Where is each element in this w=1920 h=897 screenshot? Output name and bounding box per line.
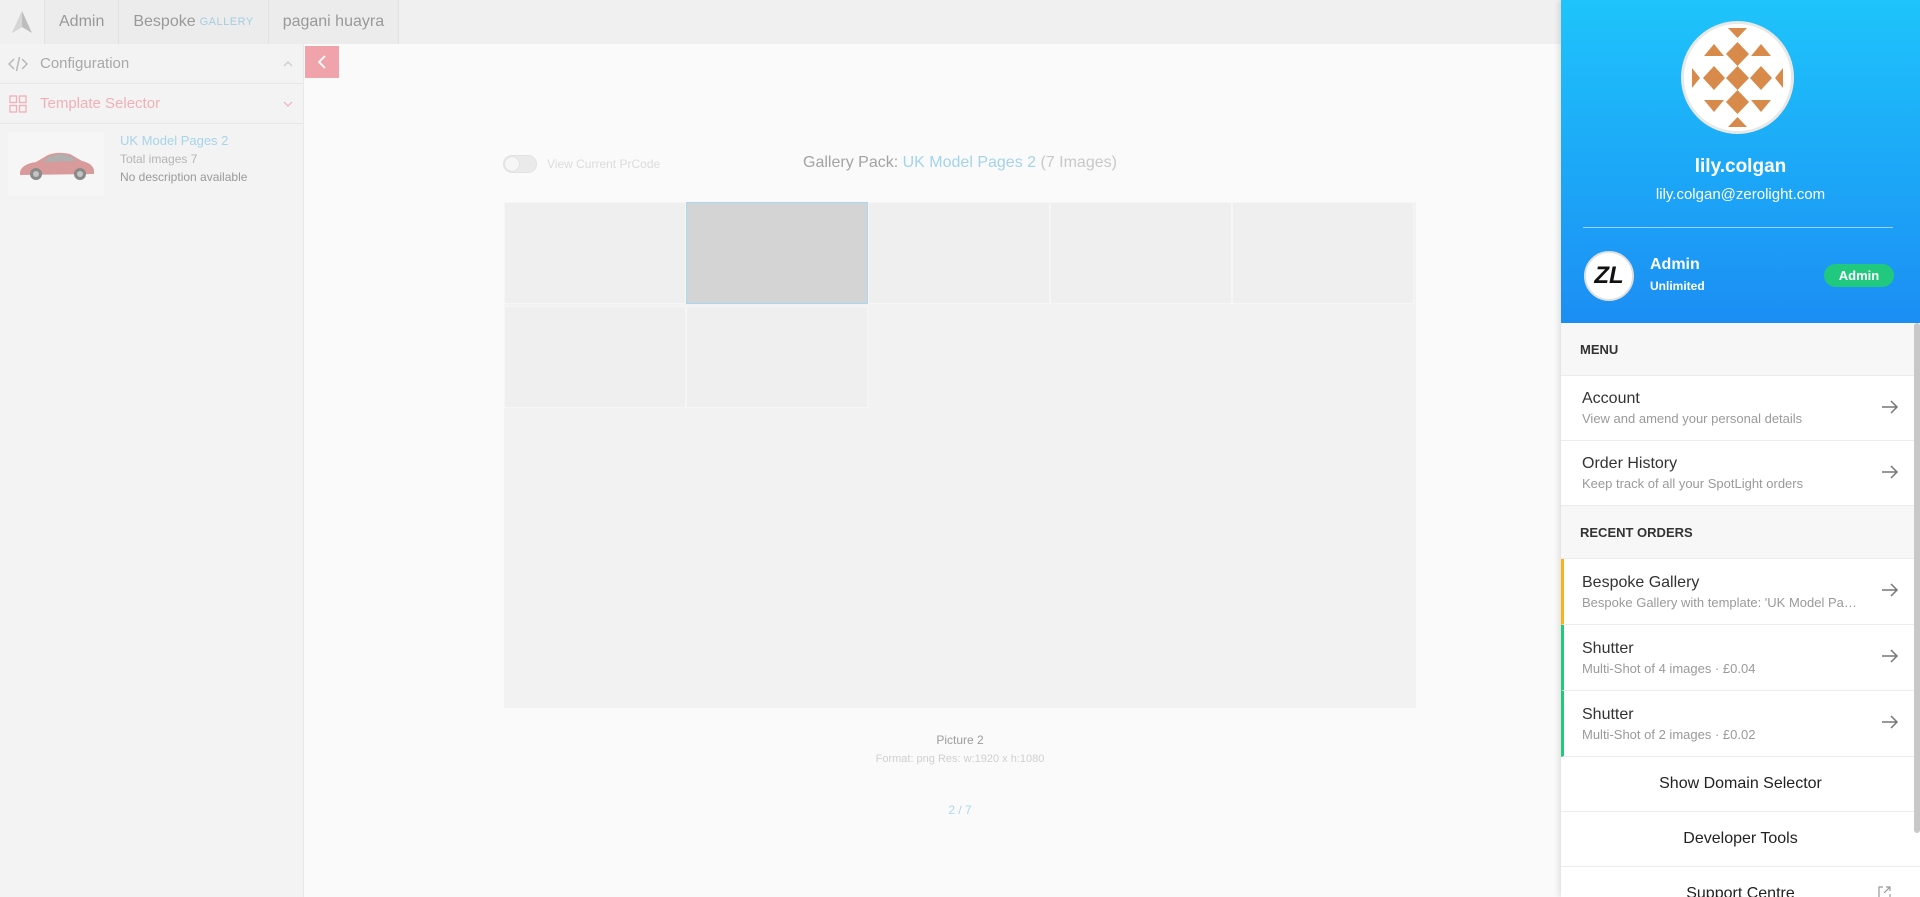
nav-tab-pagani-huayra[interactable]: pagani huayra — [267, 0, 400, 44]
app-root: Admin Bespoke GALLERY pagani huayra Confi… — [0, 0, 1920, 897]
profile-header: lily.colgan lily.colgan@zerolight.com ZL… — [1561, 0, 1920, 323]
gallery-thumb-1[interactable] — [504, 202, 686, 304]
template-info: UK Model Pages 2 Total images 7 No descr… — [120, 132, 247, 190]
recent-order-item[interactable]: Bespoke Gallery Bespoke Gallery with tem… — [1561, 559, 1920, 625]
order-title: Shutter — [1582, 705, 1634, 723]
gallery-pack-title: Gallery Pack: UK Model Pages 2 (7 Images… — [305, 154, 1615, 172]
gallery-pack-name[interactable]: UK Model Pages 2 — [903, 154, 1036, 171]
gallery-grid — [504, 202, 1416, 708]
menu-item-title: Account — [1582, 390, 1640, 407]
chevron-up-icon — [283, 58, 293, 70]
nav-tab-suffix: GALLERY — [199, 16, 254, 28]
menu-item-account[interactable]: Account View and amend your personal det… — [1561, 376, 1920, 441]
gallery-thumb-7[interactable] — [686, 306, 868, 408]
menu-item-order-history[interactable]: Order History Keep track of all your Spo… — [1561, 441, 1920, 506]
recent-order-item[interactable]: Shutter Multi-Shot of 2 images · £0.02 — [1561, 691, 1920, 757]
recent-order-item[interactable]: Shutter Multi-Shot of 4 images · £0.04 — [1561, 625, 1920, 691]
role-badge: Admin — [1824, 264, 1894, 287]
gallery-thumb-2[interactable] — [686, 202, 868, 304]
external-link-icon — [1877, 885, 1892, 897]
action-label: Support Centre — [1686, 885, 1795, 897]
gallery-thumb-4[interactable] — [1050, 202, 1232, 304]
gallery-thumb-6[interactable] — [504, 306, 686, 408]
template-selector-label: Template Selector — [40, 95, 161, 112]
chevron-down-icon — [283, 98, 293, 110]
menu-item-subtitle: Keep track of all your SpotLight orders — [1582, 476, 1804, 491]
app-logo-icon[interactable] — [0, 0, 44, 44]
configuration-label: Configuration — [40, 55, 130, 72]
nav-tab-admin[interactable]: Admin — [44, 0, 119, 44]
template-card[interactable]: UK Model Pages 2 Total images 7 No descr… — [0, 124, 303, 198]
profile-username: lily.colgan — [1694, 156, 1787, 177]
order-text: Shutter Multi-Shot of 4 images · £0.04 — [1582, 640, 1881, 676]
arrow-right-icon — [1881, 712, 1899, 735]
code-icon — [8, 54, 28, 74]
account-plan: Unlimited — [1650, 279, 1705, 293]
recent-orders-heading: RECENT ORDERS — [1561, 506, 1920, 559]
template-description: No description available — [120, 170, 248, 184]
gallery-pager: 2 / 7 — [948, 803, 972, 817]
menu-item-title: Order History — [1582, 455, 1678, 472]
menu-heading: MENU — [1561, 323, 1920, 376]
left-sidebar: Configuration Template Selector UK Model… — [0, 44, 304, 897]
order-subtitle: Multi-Shot of 2 images · £0.02 — [1582, 726, 1756, 742]
picture-format: Format: png Res: w:1920 x h:1080 — [875, 753, 1045, 765]
arrow-right-icon — [1881, 462, 1899, 485]
arrow-right-icon — [1881, 397, 1899, 420]
order-subtitle: Bespoke Gallery with template: 'UK Model… — [1582, 594, 1857, 610]
nav-tab-label: pagani huayra — [282, 13, 385, 30]
menu-item-text: Order History Keep track of all your Spo… — [1582, 455, 1881, 491]
nav-tab-label: Admin — [59, 13, 105, 30]
grid-icon — [8, 94, 28, 114]
main-content: View Current PrCode Gallery Pack: UK Mod… — [305, 44, 1561, 897]
developer-tools-button[interactable]: Developer Tools — [1561, 812, 1920, 867]
order-text: Shutter Multi-Shot of 2 images · £0.02 — [1582, 706, 1881, 742]
order-subtitle: Multi-Shot of 4 images · £0.04 — [1582, 660, 1756, 676]
account-logo: ZL — [1584, 251, 1634, 301]
template-total-images: Total images 7 — [120, 152, 198, 166]
action-label: Developer Tools — [1683, 830, 1798, 847]
profile-email: lily.colgan@zerolight.com — [1655, 186, 1826, 203]
configuration-section[interactable]: Configuration — [0, 44, 303, 84]
car-thumbnail — [8, 132, 104, 196]
show-domain-selector-button[interactable]: Show Domain Selector — [1561, 757, 1920, 812]
profile-panel: lily.colgan lily.colgan@zerolight.com ZL… — [1561, 0, 1920, 897]
picture-caption: Picture 2 — [936, 733, 984, 747]
gallery-pack-count: (7 Images) — [1040, 154, 1117, 171]
panel-scrollbar[interactable] — [1914, 323, 1920, 833]
nav-tab-label: Bespoke — [133, 13, 196, 30]
order-text: Bespoke Gallery Bespoke Gallery with tem… — [1582, 574, 1881, 610]
support-centre-button[interactable]: Support Centre — [1561, 867, 1920, 897]
nav-tab-bespoke[interactable]: Bespoke GALLERY — [118, 0, 268, 44]
order-title: Bespoke Gallery — [1582, 573, 1700, 591]
gallery-thumb-5[interactable] — [1232, 202, 1414, 304]
user-avatar — [1681, 21, 1794, 134]
header-divider — [1583, 227, 1893, 228]
order-title: Shutter — [1582, 639, 1634, 657]
arrow-right-icon — [1881, 580, 1899, 603]
account-name: Admin — [1650, 256, 1700, 273]
menu-item-subtitle: View and amend your personal details — [1582, 411, 1803, 426]
template-selector-section[interactable]: Template Selector — [0, 84, 303, 124]
action-label: Show Domain Selector — [1659, 775, 1822, 792]
template-name: UK Model Pages 2 — [120, 133, 229, 148]
arrow-right-icon — [1881, 646, 1899, 669]
menu-item-text: Account View and amend your personal det… — [1582, 390, 1881, 426]
gallery-pack-prefix: Gallery Pack: — [803, 154, 899, 171]
gallery-thumb-3[interactable] — [868, 202, 1050, 304]
